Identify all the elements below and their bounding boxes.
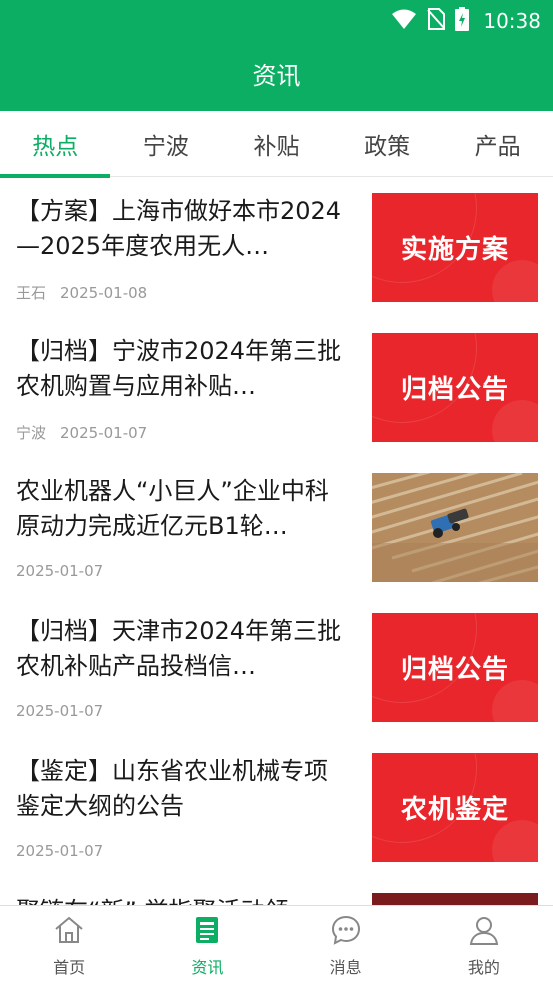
news-thumbnail [372, 893, 538, 905]
news-thumbnail: 归档公告 [372, 333, 538, 442]
news-icon [191, 914, 223, 950]
news-meta: 2025-01-07 [16, 562, 103, 580]
status-time: 10:38 [483, 9, 541, 33]
user-icon [468, 914, 500, 950]
news-title: 【鉴定】山东省农业机械专项鉴定大纲的公告 [16, 757, 328, 820]
nav-news-label: 资讯 [191, 958, 224, 977]
news-item[interactable]: 农业机器人“小巨人”企业中科原动力完成近亿元B1轮… 2025-01-07 [0, 458, 553, 598]
news-source: 宁波 [16, 424, 47, 442]
nav-home[interactable]: 首页 [0, 906, 138, 983]
news-meta: 宁波 2025-01-07 [16, 422, 147, 443]
news-item[interactable]: 【鉴定】山东省农业机械专项鉴定大纲的公告 2025-01-07 农机鉴定 [0, 738, 553, 878]
app-header: 10:38 资讯 [0, 0, 553, 111]
no-sim-icon [427, 8, 446, 34]
news-meta: 2025-01-07 [16, 842, 103, 860]
news-date: 2025-01-08 [60, 284, 148, 302]
news-meta: 王石 2025-01-08 [16, 282, 147, 303]
page-title: 资讯 [252, 62, 301, 90]
tab-products[interactable]: 产品 [442, 111, 553, 177]
bottom-navigation: 首页 资讯 消息 我的 [0, 905, 553, 983]
news-title: 【方案】上海市做好本市2024—2025年度农用无人… [16, 197, 342, 260]
news-title: 【归档】宁波市2024年第三批农机购置与应用补贴… [16, 337, 342, 400]
tab-policy[interactable]: 政策 [332, 111, 443, 177]
thumbnail-text: 归档公告 [400, 375, 509, 405]
nav-profile-label: 我的 [467, 958, 500, 977]
battery-charging-icon [455, 7, 470, 35]
tab-subsidy[interactable]: 补贴 [221, 111, 332, 177]
wifi-icon [391, 8, 417, 34]
news-item[interactable]: 【方案】上海市做好本市2024—2025年度农用无人… 王石 2025-01-08… [0, 178, 553, 318]
news-item[interactable]: 【归档】宁波市2024年第三批农机购置与应用补贴… 宁波 2025-01-07 归… [0, 318, 553, 458]
news-title: 【归档】天津市2024年第三批农机补贴产品投档信… [16, 617, 342, 680]
tractor-field-image [372, 473, 538, 582]
news-date: 2025-01-07 [16, 842, 104, 860]
news-list: 【方案】上海市做好本市2024—2025年度农用无人… 王石 2025-01-08… [0, 178, 553, 905]
news-title: 聚链在“新” 举指聚活动领… [16, 894, 351, 905]
news-date: 2025-01-07 [16, 702, 104, 720]
news-date: 2025-01-07 [60, 424, 148, 442]
news-thumbnail: 归档公告 [372, 613, 538, 722]
news-thumbnail: 农机鉴定 [372, 753, 538, 862]
message-icon [330, 914, 362, 950]
news-date: 2025-01-07 [16, 562, 104, 580]
home-icon [53, 914, 85, 950]
nav-profile[interactable]: 我的 [415, 906, 553, 983]
news-meta: 2025-01-07 [16, 702, 103, 720]
status-bar: 10:38 [0, 0, 553, 38]
thumbnail-text: 农机鉴定 [400, 795, 509, 825]
nav-messages[interactable]: 消息 [277, 906, 415, 983]
thumbnail-text: 实施方案 [400, 235, 509, 265]
news-item[interactable]: 聚链在“新” 举指聚活动领… [0, 878, 553, 905]
nav-messages-label: 消息 [329, 958, 362, 977]
news-thumbnail: 实施方案 [372, 193, 538, 302]
thumbnail-text: 归档公告 [400, 655, 509, 685]
nav-news[interactable]: 资讯 [138, 906, 276, 983]
news-source: 王石 [16, 284, 47, 302]
news-item[interactable]: 【归档】天津市2024年第三批农机补贴产品投档信… 2025-01-07 归档公… [0, 598, 553, 738]
news-title: 农业机器人“小巨人”企业中科原动力完成近亿元B1轮… [16, 477, 329, 540]
tab-hot[interactable]: 热点 [0, 111, 111, 178]
tab-ningbo[interactable]: 宁波 [111, 111, 222, 177]
category-tabs: 热点 宁波 补贴 政策 产品 [0, 111, 553, 178]
nav-home-label: 首页 [53, 958, 86, 977]
